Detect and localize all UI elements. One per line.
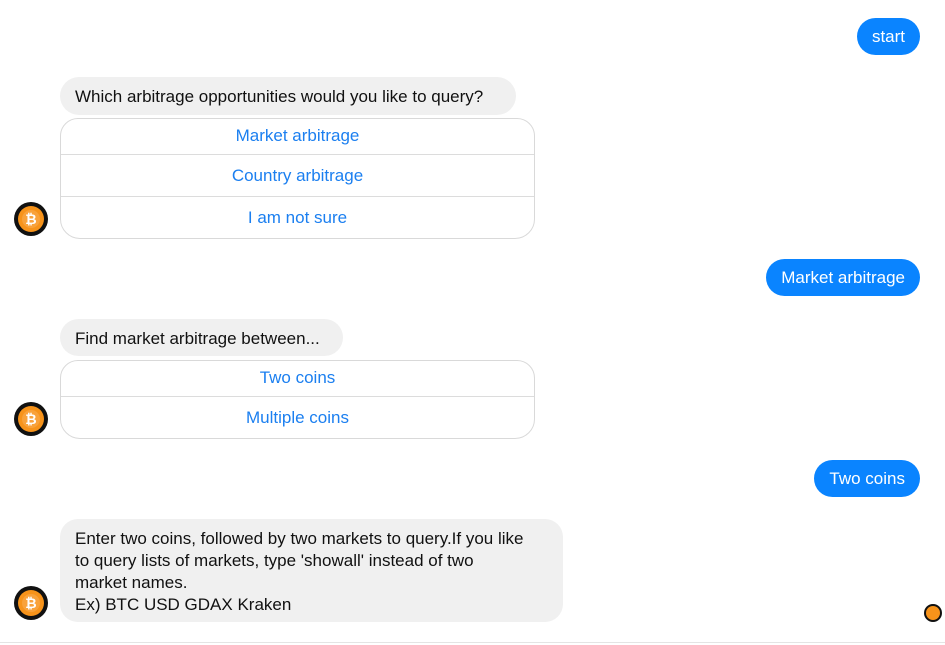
quick-reply-country-arbitrage[interactable]: Country arbitrage: [61, 154, 534, 196]
seen-indicator-icon: [924, 604, 942, 622]
incoming-message-question-2: Find market arbitrage between...: [60, 319, 343, 356]
outgoing-message-market-arbitrage: Market arbitrage: [766, 259, 920, 296]
incoming-message-question-1: Which arbitrage opportunities would you …: [60, 77, 516, 115]
quick-reply-multiple-coins[interactable]: Multiple coins: [61, 396, 534, 438]
quick-reply-not-sure[interactable]: I am not sure: [61, 196, 534, 238]
composer-divider: [0, 642, 945, 643]
bitcoin-glyph: ₿: [25, 411, 37, 427]
chat-window: start Which arbitrage opportunities woul…: [0, 0, 945, 645]
quick-replies-2: Two coins Multiple coins: [60, 360, 535, 439]
bitcoin-glyph: ₿: [25, 595, 37, 611]
quick-reply-two-coins[interactable]: Two coins: [61, 361, 534, 396]
bot-avatar: ₿: [14, 586, 48, 620]
bot-avatar: ₿: [14, 202, 48, 236]
outgoing-message-start: start: [856, 18, 920, 55]
instruction-line: Ex) BTC USD GDAX Kraken: [75, 595, 292, 614]
instruction-line: Enter two coins, followed by two markets…: [75, 529, 524, 548]
outgoing-message-two-coins: Two coins: [814, 460, 920, 497]
quick-reply-market-arbitrage[interactable]: Market arbitrage: [61, 119, 534, 154]
instruction-line: market names.: [75, 573, 188, 592]
incoming-message-instructions: Enter two coins, followed by two markets…: [60, 519, 563, 622]
instruction-line: to query lists of markets, type 'showall…: [75, 551, 474, 570]
bitcoin-glyph: ₿: [25, 211, 37, 227]
quick-replies-1: Market arbitrage Country arbitrage I am …: [60, 118, 535, 239]
bot-avatar: ₿: [14, 402, 48, 436]
bitcoin-icon: [926, 606, 940, 620]
